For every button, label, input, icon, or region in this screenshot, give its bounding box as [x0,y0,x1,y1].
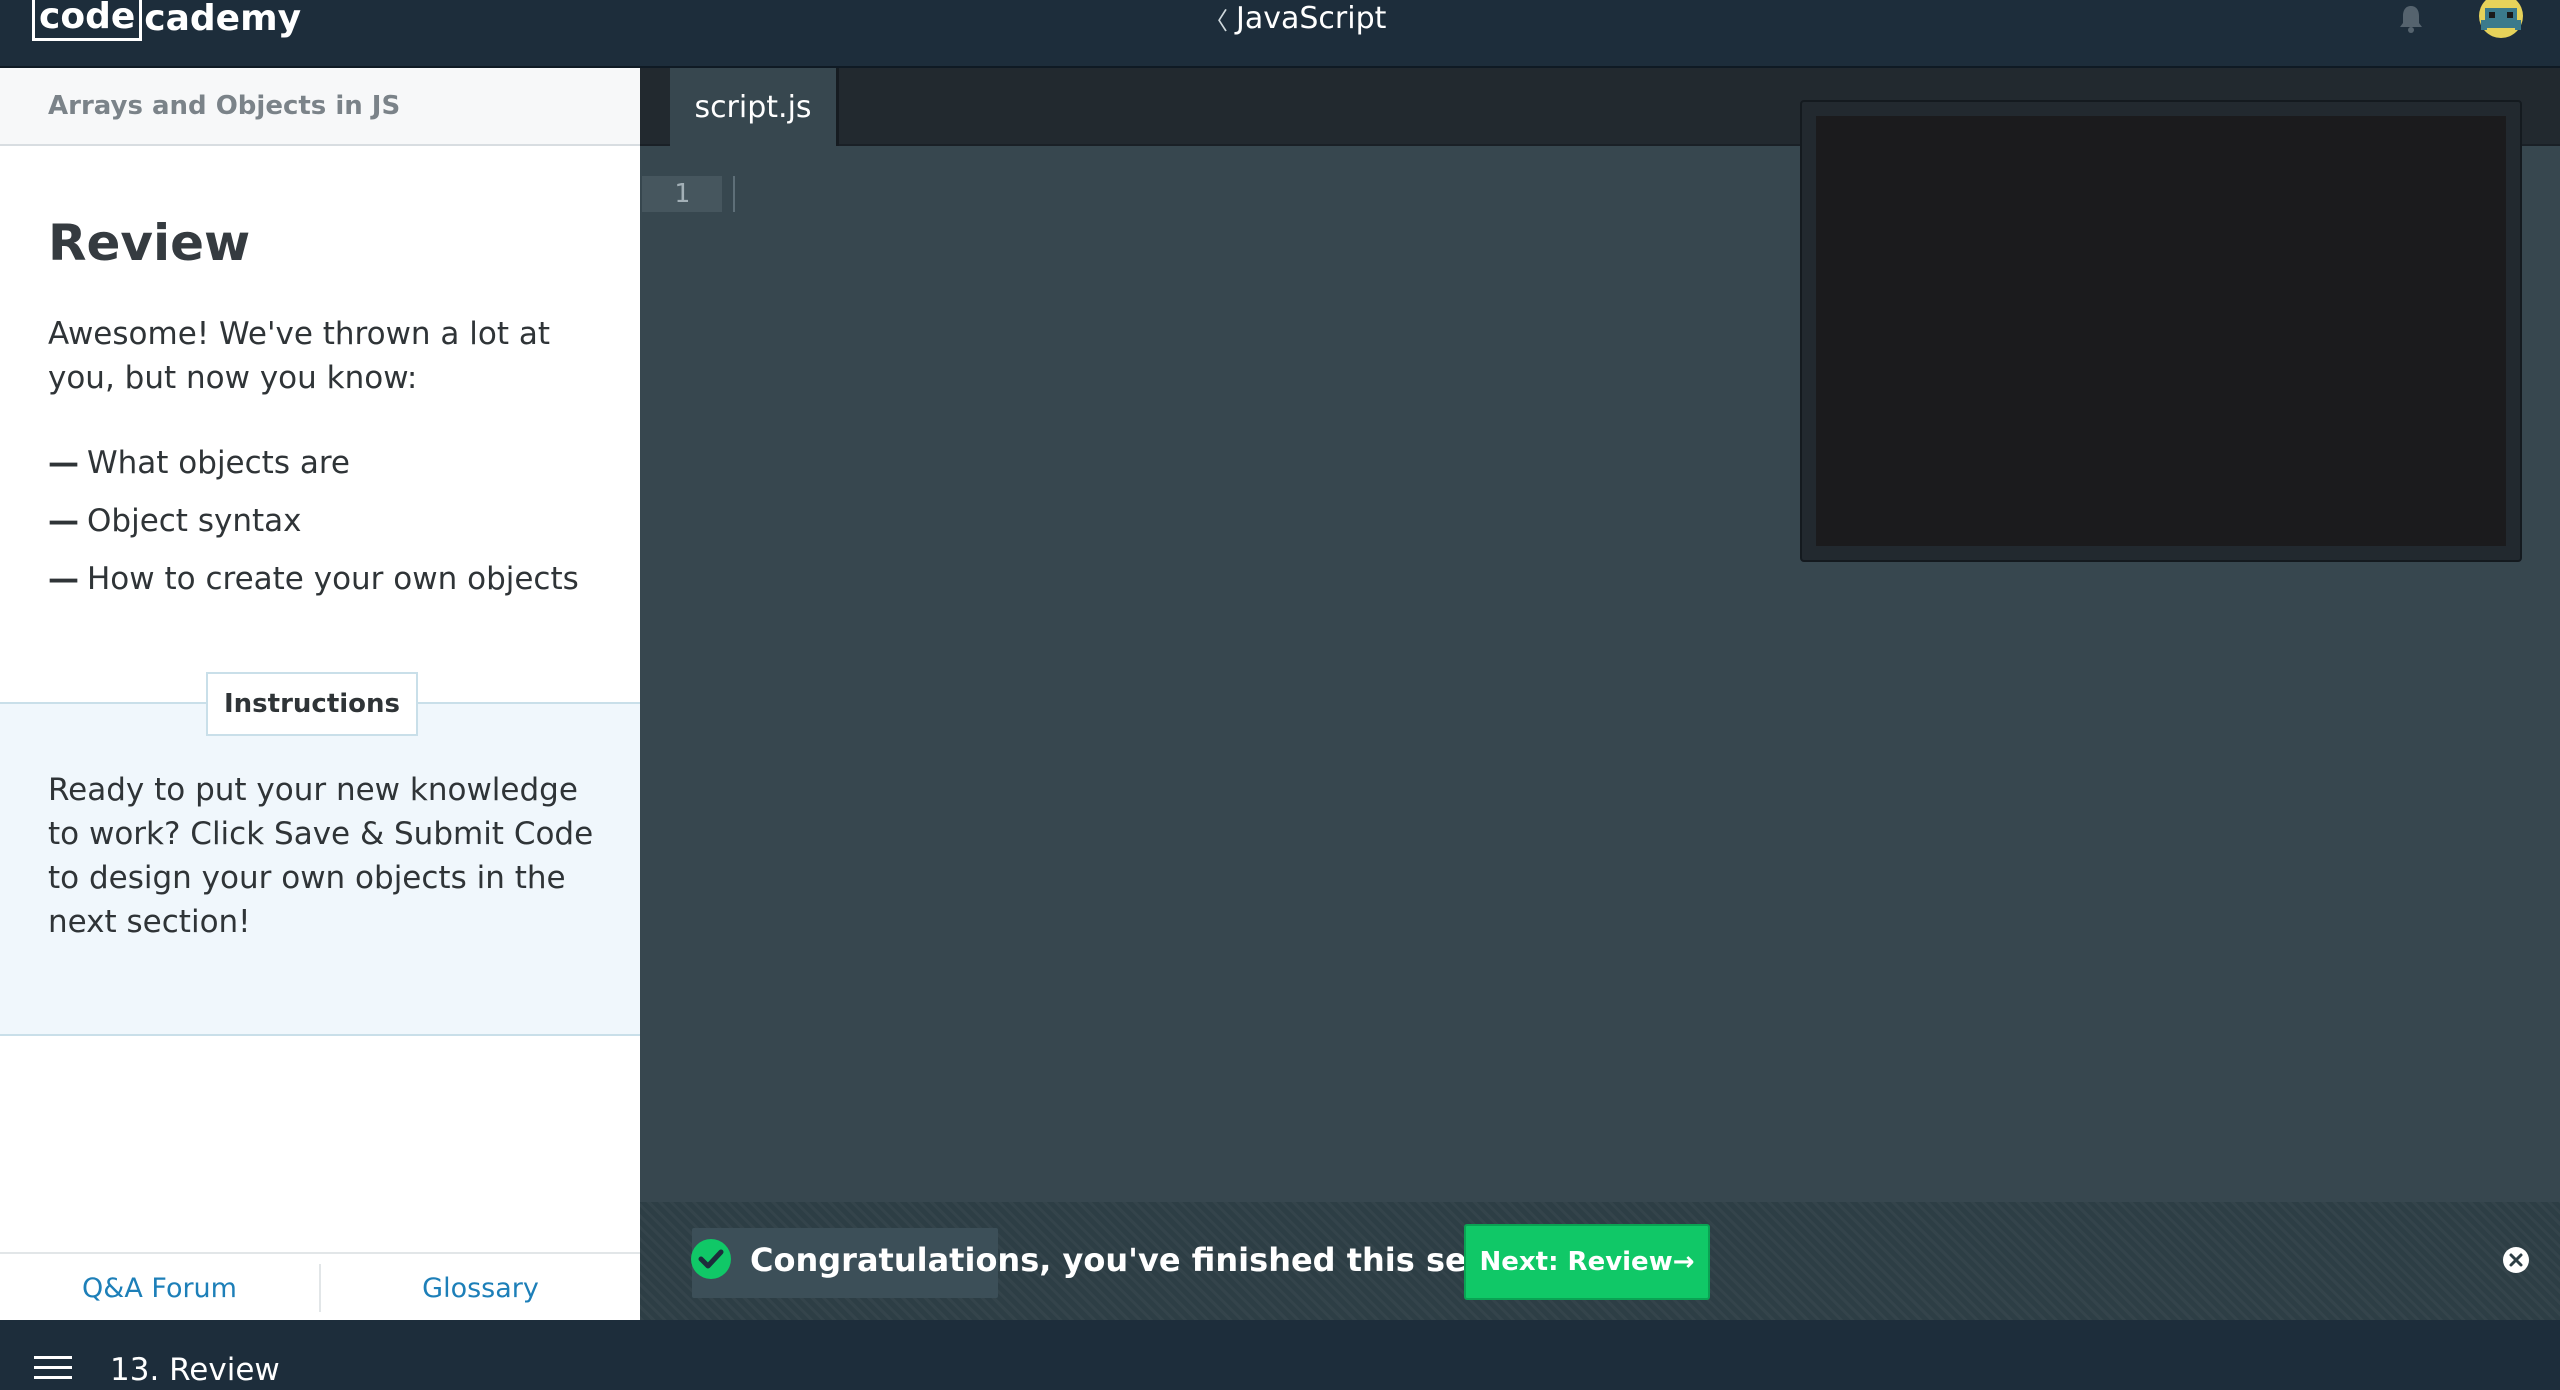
list-item: — What objects are [48,434,579,492]
next-review-button[interactable]: Next: Review→ [1464,1224,1710,1300]
logo-code: code [32,0,143,41]
lesson-panel: Arrays and Objects in JS Review Awesome!… [0,68,640,1320]
list-dash: — [48,503,79,539]
exercise-title[interactable]: 13. Review [110,1350,280,1390]
check-circle-icon [691,1239,731,1279]
line-number: 1 [642,176,722,212]
list-item: — Object syntax [48,492,579,550]
chevron-left-icon: 〈 [1204,6,1228,35]
menu-icon[interactable] [34,1356,72,1382]
lesson-intro: Awesome! We've thrown a lot at you, but … [48,316,551,396]
instructions-text: Ready to put your new knowledge to work?… [48,772,594,940]
list-item-text: Object syntax [87,503,302,539]
congratulations-message: Congratulations, you've finished this se… [750,1241,1572,1279]
top-navigation-bar: code cademy 〈 JavaScript [0,0,2560,68]
instructions-section: Instructions Ready to put your new knowl… [0,672,640,1036]
course-name: JavaScript [1236,0,1387,36]
list-dash: — [48,561,79,597]
avatar-icon[interactable] [2476,0,2526,42]
glossary-link[interactable]: Glossary [321,1254,640,1322]
qa-forum-link[interactable]: Q&A Forum [0,1254,319,1322]
bell-icon[interactable] [2394,2,2428,36]
panel-footer: Q&A Forum Glossary [0,1252,640,1322]
tab-script-js[interactable]: script.js [670,68,839,146]
lesson-list: — What objects are — Object syntax — How to… [48,434,579,608]
instructions-label: Instructions [206,672,419,736]
list-item-text: What objects are [87,445,350,481]
bottom-navigation-bar: 13. Review [0,1320,2560,1390]
lesson-title: Review [48,214,251,272]
text-cursor[interactable] [733,176,735,212]
lesson-header: Arrays and Objects in JS [0,68,640,146]
list-dash: — [48,445,79,481]
list-item-text: How to create your own objects [87,561,579,597]
output-preview [1800,100,2522,562]
logo-cademy: cademy [144,0,302,39]
close-icon[interactable] [2502,1246,2530,1274]
list-item: — How to create your own objects [48,550,579,608]
codecademy-logo[interactable]: code cademy [32,0,301,42]
congratulations-bar: Congratulations, you've finished this se… [640,1202,2560,1320]
output-screen[interactable] [1816,116,2506,546]
course-link[interactable]: 〈 JavaScript [1204,0,1386,36]
